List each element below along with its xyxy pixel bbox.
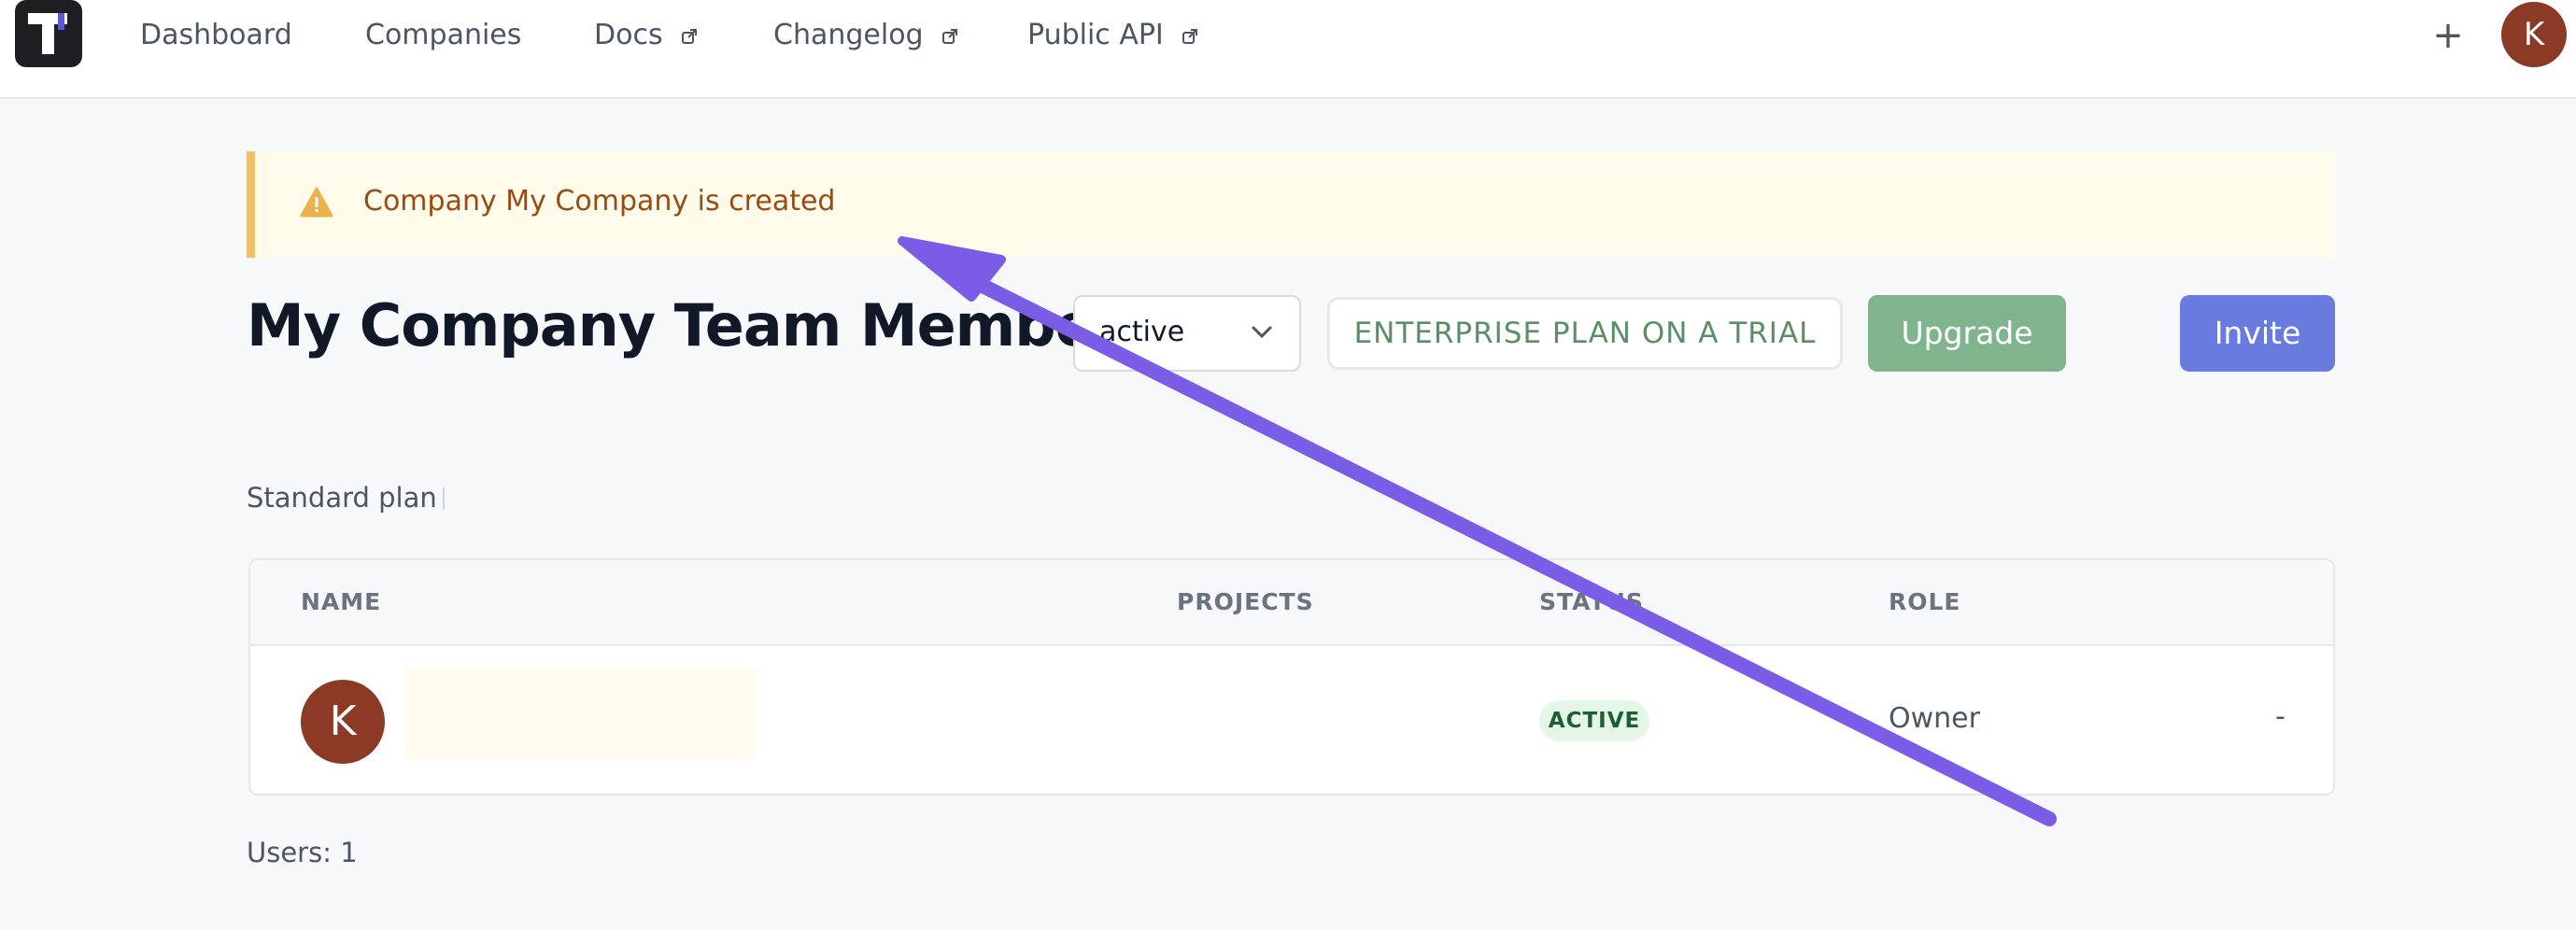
upgrade-button[interactable]: Upgrade: [1868, 295, 2066, 372]
nav-dashboard-label: Dashboard: [140, 19, 292, 51]
column-header-name[interactable]: NAME: [301, 588, 381, 615]
column-header-status[interactable]: STATUS: [1539, 588, 1644, 615]
external-link-icon: [682, 29, 698, 44]
external-link-icon: [1182, 29, 1198, 44]
user-avatar[interactable]: K: [2501, 2, 2567, 67]
alert-message: Company My Company is created: [363, 185, 836, 218]
plan-badge: ENTERPRISE PLAN ON A TRIAL: [1327, 297, 1843, 370]
member-action[interactable]: -: [2275, 700, 2286, 733]
nav-companies-label: Companies: [365, 19, 522, 51]
nav-public-api[interactable]: Public API: [1027, 17, 1198, 54]
members-table: NAME PROJECTS STATUS ROLE K ACTIVE Owner…: [248, 558, 2335, 796]
nav-changelog[interactable]: Changelog: [773, 17, 958, 54]
table-header: NAME PROJECTS STATUS ROLE: [250, 560, 2333, 646]
chevron-down-icon: [1252, 326, 1272, 339]
nav-docs[interactable]: Docs: [594, 17, 698, 54]
top-nav: Dashboard Companies Docs Changelog Publi…: [0, 0, 2576, 99]
invite-button[interactable]: Invite: [2180, 295, 2335, 372]
status-filter-value: active: [1099, 316, 1185, 348]
column-header-role[interactable]: ROLE: [1889, 588, 1961, 615]
plan-divider: [443, 487, 445, 510]
member-avatar: K: [301, 680, 385, 764]
external-link-icon: [942, 29, 958, 44]
add-button[interactable]: +: [2429, 13, 2467, 58]
status-filter-select[interactable]: active: [1073, 295, 1301, 372]
nav-changelog-label: Changelog: [773, 19, 924, 51]
nav-public-api-label: Public API: [1027, 19, 1164, 51]
users-count: Users: 1: [247, 837, 358, 868]
nav-dashboard[interactable]: Dashboard: [140, 17, 292, 54]
member-role: Owner: [1889, 702, 1980, 735]
nav-companies[interactable]: Companies: [365, 17, 521, 54]
column-header-projects[interactable]: PROJECTS: [1177, 588, 1314, 615]
warning-icon: [300, 187, 333, 218]
success-alert: Company My Company is created: [247, 151, 2335, 258]
status-badge: ACTIVE: [1539, 700, 1649, 741]
page-title: My Company Team Members: [247, 291, 1155, 359]
member-name-redacted: [405, 669, 757, 760]
nav-docs-label: Docs: [594, 19, 663, 51]
plan-label: Standard plan: [247, 482, 437, 514]
app-logo[interactable]: [15, 0, 82, 67]
